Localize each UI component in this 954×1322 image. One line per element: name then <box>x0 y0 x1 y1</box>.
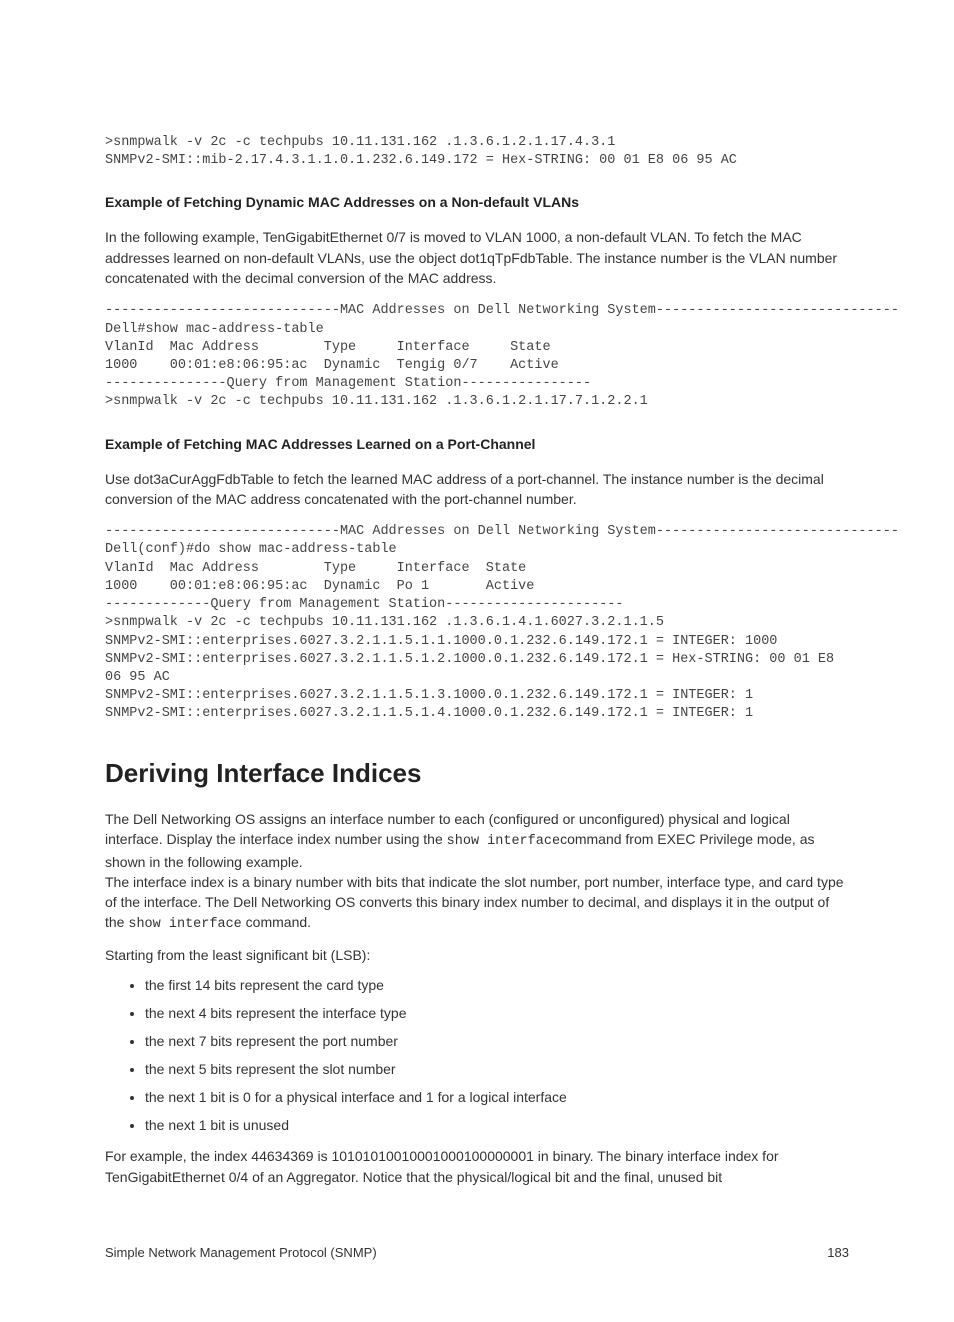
paragraph-dell-os-interface: The Dell Networking OS assigns an interf… <box>105 809 849 935</box>
paragraph-port-channel: Use dot3aCurAggFdbTable to fetch the lea… <box>105 469 849 510</box>
list-item: the first 14 bits represent the card typ… <box>145 975 849 996</box>
code-block-3: -----------------------------MAC Address… <box>105 523 849 723</box>
list-item: the next 5 bits represent the slot numbe… <box>145 1059 849 1080</box>
list-item: the next 1 bit is 0 for a physical inter… <box>145 1087 849 1108</box>
heading-deriving-interface-indices: Deriving Interface Indices <box>105 754 849 793</box>
paragraph-nondefault-vlan: In the following example, TenGigabitEthe… <box>105 227 849 288</box>
list-item: the next 4 bits represent the interface … <box>145 1003 849 1024</box>
code-show-interface-2: show interface <box>128 917 241 932</box>
paragraph-lsb: Starting from the least significant bit … <box>105 945 849 965</box>
list-item: the next 7 bits represent the port numbe… <box>145 1031 849 1052</box>
footer-title: Simple Network Management Protocol (SNMP… <box>105 1243 377 1263</box>
paragraph-example-index: For example, the index 44634369 is 10101… <box>105 1146 849 1187</box>
code-block-2: -----------------------------MAC Address… <box>105 302 849 411</box>
bit-list: the first 14 bits represent the card typ… <box>105 975 849 1136</box>
list-item: the next 1 bit is unused <box>145 1115 849 1136</box>
code-show-interface-1: show interface <box>447 834 560 849</box>
heading-example-port-channel: Example of Fetching MAC Addresses Learne… <box>105 434 849 455</box>
heading-example-nondefault-vlan: Example of Fetching Dynamic MAC Addresse… <box>105 192 849 213</box>
page-number: 183 <box>827 1243 849 1263</box>
code-block-1: >snmpwalk -v 2c -c techpubs 10.11.131.16… <box>105 134 849 170</box>
